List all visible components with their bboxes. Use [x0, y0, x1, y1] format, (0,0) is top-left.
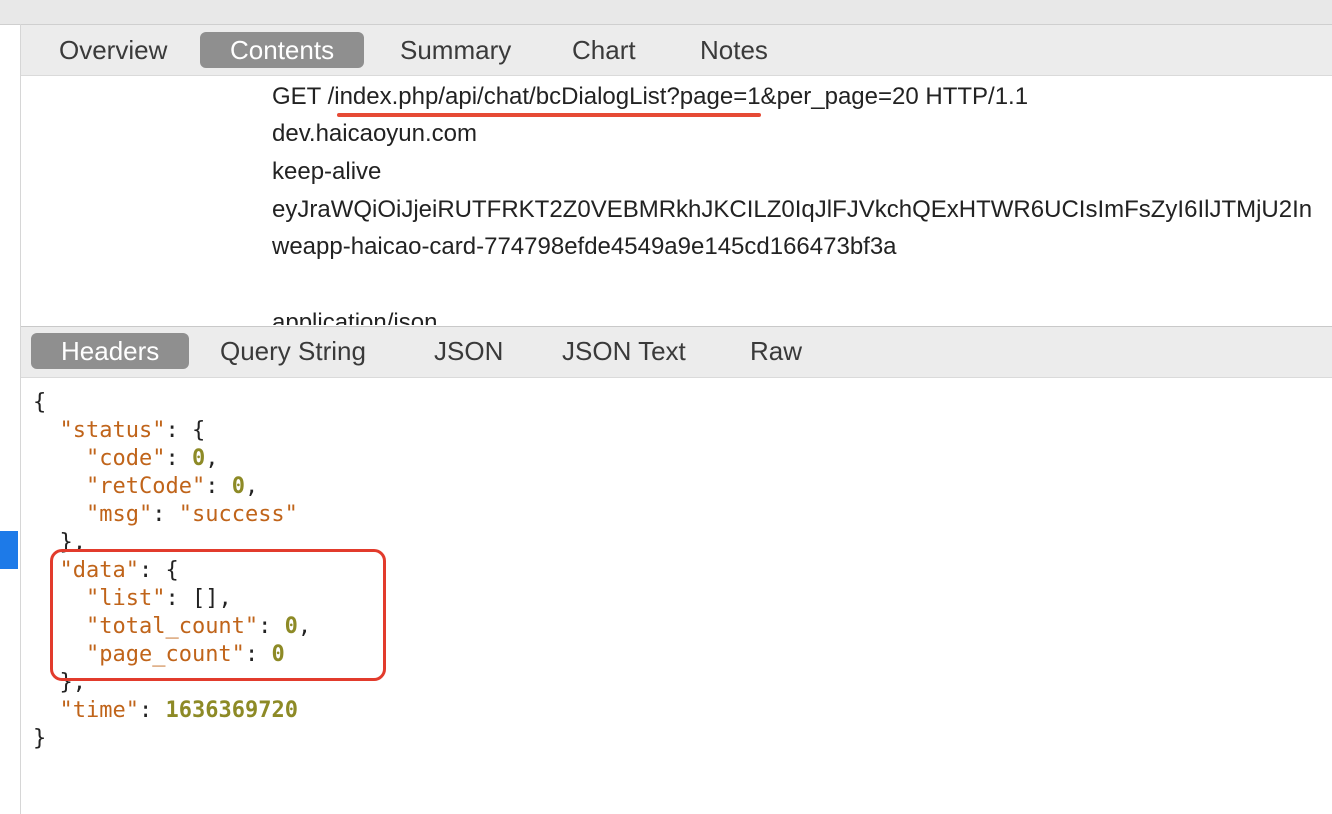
json-key: "status" — [59, 418, 166, 443]
tab-notes[interactable]: Notes — [670, 32, 798, 68]
data-highlight-annotation — [50, 549, 386, 681]
tab-json[interactable]: JSON — [404, 333, 533, 369]
json-key: "msg" — [85, 502, 153, 527]
tab-json-text[interactable]: JSON Text — [532, 333, 716, 369]
tab-contents[interactable]: Contents — [200, 32, 365, 68]
json-key: "code" — [85, 446, 166, 471]
json-number: 1636369720 — [165, 698, 298, 723]
tab-raw[interactable]: Raw — [720, 333, 832, 369]
tab-chart[interactable]: Chart — [542, 32, 666, 68]
response-body-pane: { "status": { "code": 0, "retCode": 0, "… — [21, 377, 1332, 814]
header-value: dev.haicaoyun.com — [272, 120, 478, 147]
bottom-tab-bar: Headers Query String JSON JSON Text Raw — [21, 326, 1332, 378]
tab-summary[interactable]: Summary — [370, 32, 541, 68]
tab-query-string[interactable]: Query String — [190, 333, 396, 369]
json-number: 0 — [231, 474, 245, 499]
header-value: keep-alive — [272, 158, 382, 185]
header-value: eyJraWQiOiJjeiRUTFRKT2Z0VEBMRkhJKCILZ0Iq… — [272, 196, 1313, 223]
request-line: GET /index.php/api/chat/bcDialogList?pag… — [272, 83, 1029, 110]
window-top-strip — [0, 0, 1332, 25]
json-number: 0 — [191, 446, 206, 471]
selected-request-marker — [0, 531, 18, 569]
json-string: "success" — [178, 502, 298, 527]
request-headers-pane: GET /index.php/api/chat/bcDialogList?pag… — [21, 76, 1332, 325]
json-key: "time" — [59, 698, 139, 723]
header-value: application/json — [272, 309, 438, 325]
top-tab-bar: Overview Contents Summary Chart Notes — [21, 25, 1332, 76]
json-key: "retCode" — [85, 474, 206, 499]
tab-overview[interactable]: Overview — [29, 32, 197, 68]
header-value: weapp-haicao-card-774798efde4549a9e145cd… — [272, 233, 897, 260]
tab-headers[interactable]: Headers — [31, 333, 190, 369]
